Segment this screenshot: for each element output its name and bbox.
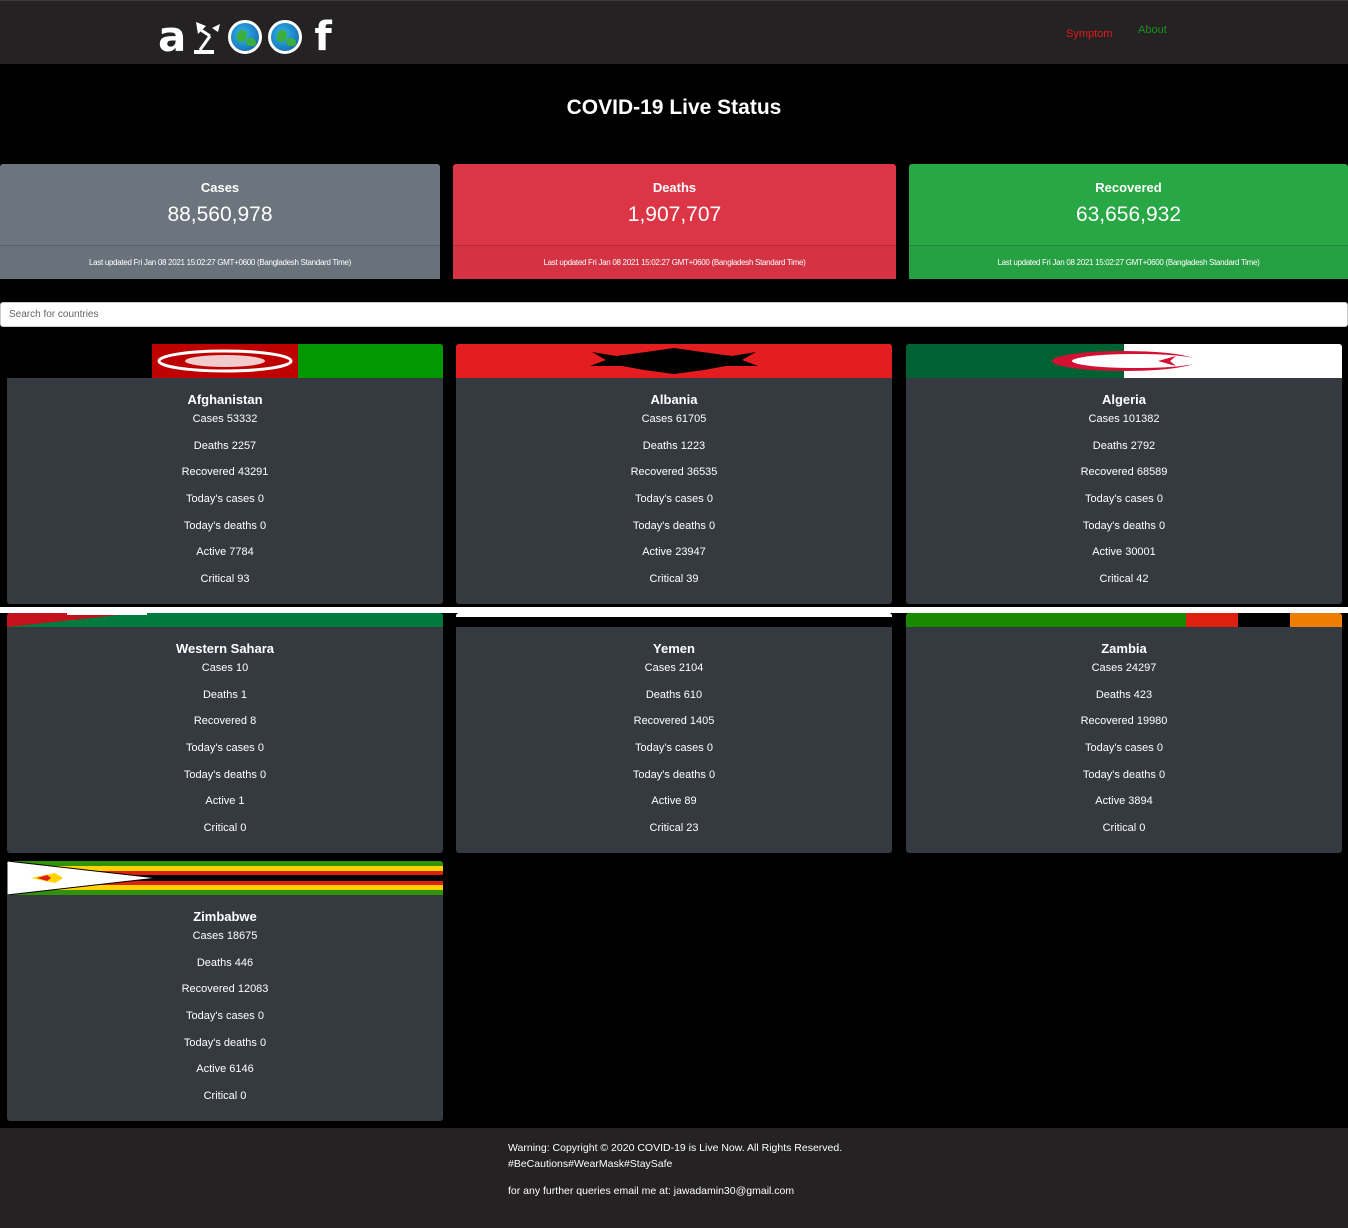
yemen-flag-image	[456, 613, 892, 627]
page-title: COVID-19 Live Status	[566, 96, 782, 119]
country-cases: Cases 18675	[192, 930, 258, 942]
deaths-title: Deaths	[652, 180, 697, 195]
country-card: Yemen Cases 2104 Deaths 610 Recovered 14…	[456, 613, 892, 853]
country-card: Albania Cases 61705 Deaths 1223 Recovere…	[456, 344, 892, 604]
country-recovered: Recovered 68589	[1080, 466, 1168, 479]
country-cases: Cases 61705	[641, 413, 707, 425]
country-todays-deaths: Today's deaths 0	[183, 519, 267, 532]
country-cases: Cases 53332	[192, 413, 258, 425]
country-name: Zimbabwe	[193, 909, 257, 924]
country-deaths: Deaths 2257	[193, 439, 257, 452]
albania-flag-image	[456, 344, 892, 378]
country-critical: Critical 23	[649, 822, 699, 835]
country-cases: Cases 10	[201, 662, 249, 674]
country-deaths: Deaths 446	[196, 956, 254, 969]
country-active: Active 3894	[1095, 795, 1153, 808]
country-todays-cases: Today's cases 0	[635, 742, 713, 755]
country-deaths: Deaths 1	[202, 688, 248, 701]
country-critical: Critical 93	[200, 573, 250, 586]
nav-link-about[interactable]: About	[1138, 24, 1167, 36]
country-active: Active 23947	[642, 546, 706, 559]
recovered-value: 63,656,932	[1075, 203, 1182, 226]
country-deaths: Deaths 2792	[1092, 439, 1156, 452]
cases-summary-card: Cases 88,560,978 Last updated Fri Jan 08…	[0, 164, 440, 279]
deaths-last-updated: Last updated Fri Jan 08 2021 15:02:27 GM…	[453, 245, 896, 279]
globe-icon	[268, 20, 303, 54]
globe-icon	[228, 20, 263, 54]
country-active: Active 6146	[196, 1063, 254, 1076]
country-todays-deaths: Today's deaths 0	[1082, 519, 1166, 532]
country-recovered: Recovered 8	[193, 715, 257, 728]
country-cases: Cases 2104	[644, 662, 704, 674]
country-critical: Critical 42	[1099, 573, 1149, 586]
recovered-summary-card: Recovered 63,656,932 Last updated Fri Ja…	[909, 164, 1348, 279]
country-name: Algeria	[1101, 392, 1147, 407]
country-todays-deaths: Today's deaths 0	[632, 768, 716, 781]
country-recovered: Recovered 36535	[630, 466, 718, 479]
country-active: Active 89	[651, 795, 697, 808]
country-todays-cases: Today's cases 0	[186, 742, 264, 755]
country-todays-cases: Today's cases 0	[635, 493, 713, 506]
navbar: a f Symptom About	[0, 0, 1348, 64]
brand-logo[interactable]: a f	[158, 12, 332, 61]
country-name: Albania	[650, 392, 698, 407]
footer-copyright: Warning: Copyright © 2020 COVID-19 is Li…	[508, 1142, 843, 1154]
country-recovered: Recovered 12083	[181, 983, 269, 996]
desk-lamp-icon	[192, 20, 222, 54]
country-active: Active 1	[205, 795, 245, 808]
brand-letter: a	[158, 12, 187, 61]
facebook-icon[interactable]: f	[314, 17, 331, 57]
country-critical: Critical 39	[649, 573, 699, 586]
country-name: Afghanistan	[187, 392, 263, 407]
country-card: Algeria Cases 101382 Deaths 2792 Recover…	[906, 344, 1342, 604]
country-critical: Critical 0	[203, 1090, 247, 1103]
country-critical: Critical 0	[1102, 822, 1146, 835]
cases-last-updated: Last updated Fri Jan 08 2021 15:02:27 GM…	[0, 245, 440, 279]
cases-title: Cases	[200, 180, 240, 195]
country-recovered: Recovered 1405	[633, 715, 715, 728]
algeria-flag-image	[906, 344, 1342, 378]
country-todays-deaths: Today's deaths 0	[1082, 768, 1166, 781]
country-todays-deaths: Today's deaths 0	[183, 768, 267, 781]
country-name: Zambia	[1101, 641, 1147, 656]
footer-hashtags: #BeCautions#WearMask#StaySafe	[508, 1158, 673, 1170]
country-card: Zimbabwe Cases 18675 Deaths 446 Recovere…	[7, 861, 443, 1121]
country-critical: Critical 0	[203, 822, 247, 835]
footer-contact-email[interactable]: for any further queries email me at: jaw…	[508, 1185, 794, 1197]
country-active: Active 7784	[196, 546, 254, 559]
recovered-last-updated: Last updated Fri Jan 08 2021 15:02:27 GM…	[909, 245, 1348, 279]
deaths-value: 1,907,707	[627, 203, 722, 226]
country-deaths: Deaths 423	[1095, 688, 1153, 701]
country-card: Western Sahara Cases 10 Deaths 1 Recover…	[7, 613, 443, 853]
cases-value: 88,560,978	[167, 203, 273, 226]
country-todays-deaths: Today's deaths 0	[183, 1036, 267, 1049]
search-input[interactable]	[0, 302, 1348, 327]
country-todays-cases: Today's cases 0	[186, 493, 264, 506]
country-todays-cases: Today's cases 0	[186, 1010, 264, 1023]
country-recovered: Recovered 43291	[181, 466, 269, 479]
footer: Warning: Copyright © 2020 COVID-19 is Li…	[0, 1128, 1348, 1228]
country-name: Yemen	[653, 641, 695, 656]
country-active: Active 30001	[1092, 546, 1156, 559]
deaths-summary-card: Deaths 1,907,707 Last updated Fri Jan 08…	[453, 164, 896, 279]
western-sahara-flag-image	[7, 613, 443, 627]
recovered-title: Recovered	[1095, 180, 1162, 195]
country-todays-cases: Today's cases 0	[1085, 742, 1163, 755]
afghanistan-flag-image	[7, 344, 443, 378]
country-card: Zambia Cases 24297 Deaths 423 Recovered …	[906, 613, 1342, 853]
country-recovered: Recovered 19980	[1080, 715, 1168, 728]
country-cases: Cases 24297	[1091, 662, 1157, 674]
country-card: Afghanistan Cases 53332 Deaths 2257 Reco…	[7, 344, 443, 604]
country-deaths: Deaths 1223	[642, 439, 706, 452]
nav-link-symptom[interactable]: Symptom	[1066, 28, 1112, 40]
zimbabwe-flag-image	[7, 861, 443, 895]
country-todays-deaths: Today's deaths 0	[632, 519, 716, 532]
country-deaths: Deaths 610	[645, 688, 703, 701]
country-cases: Cases 101382	[1088, 413, 1160, 425]
country-todays-cases: Today's cases 0	[1085, 493, 1163, 506]
country-name: Western Sahara	[175, 641, 275, 656]
zambia-flag-image	[906, 613, 1342, 627]
